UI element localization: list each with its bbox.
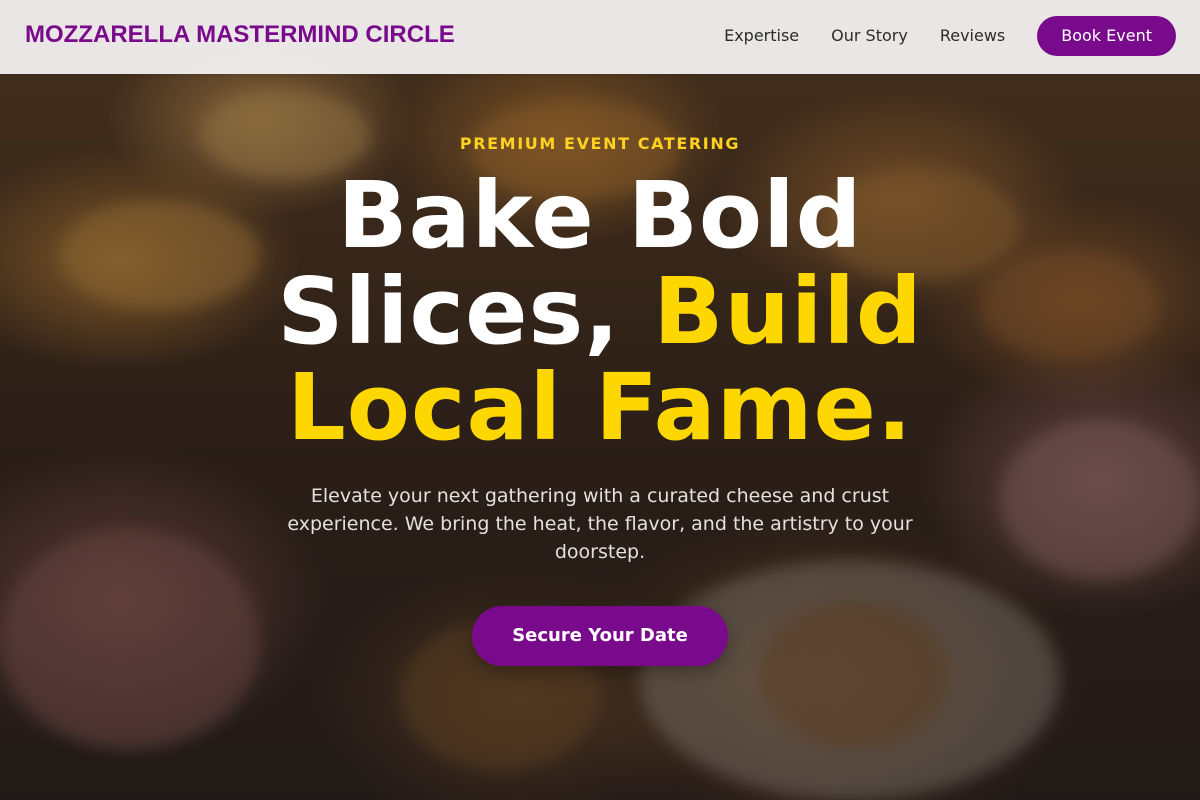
hero-section: PREMIUM EVENT CATERING Bake Bold Slices,…: [0, 74, 1200, 666]
nav-link-our-story[interactable]: Our Story: [831, 16, 908, 56]
navbar: MOZZARELLA MASTERMIND CIRCLE Expertise O…: [0, 0, 1200, 74]
hero-headline: Bake Bold Slices, Build Local Fame.: [220, 168, 980, 456]
hero-subtitle: Elevate your next gathering with a curat…: [287, 485, 913, 563]
nav-links: Expertise Our Story Reviews Book Event: [724, 16, 1176, 56]
nav-link-reviews[interactable]: Reviews: [940, 16, 1005, 56]
secure-your-date-button[interactable]: Secure Your Date: [472, 606, 728, 666]
brand-logo-text[interactable]: MOZZARELLA MASTERMIND CIRCLE: [25, 20, 455, 50]
hero-eyebrow: PREMIUM EVENT CATERING: [459, 134, 741, 153]
nav-link-expertise[interactable]: Expertise: [724, 16, 799, 56]
book-event-button[interactable]: Book Event: [1037, 16, 1176, 56]
